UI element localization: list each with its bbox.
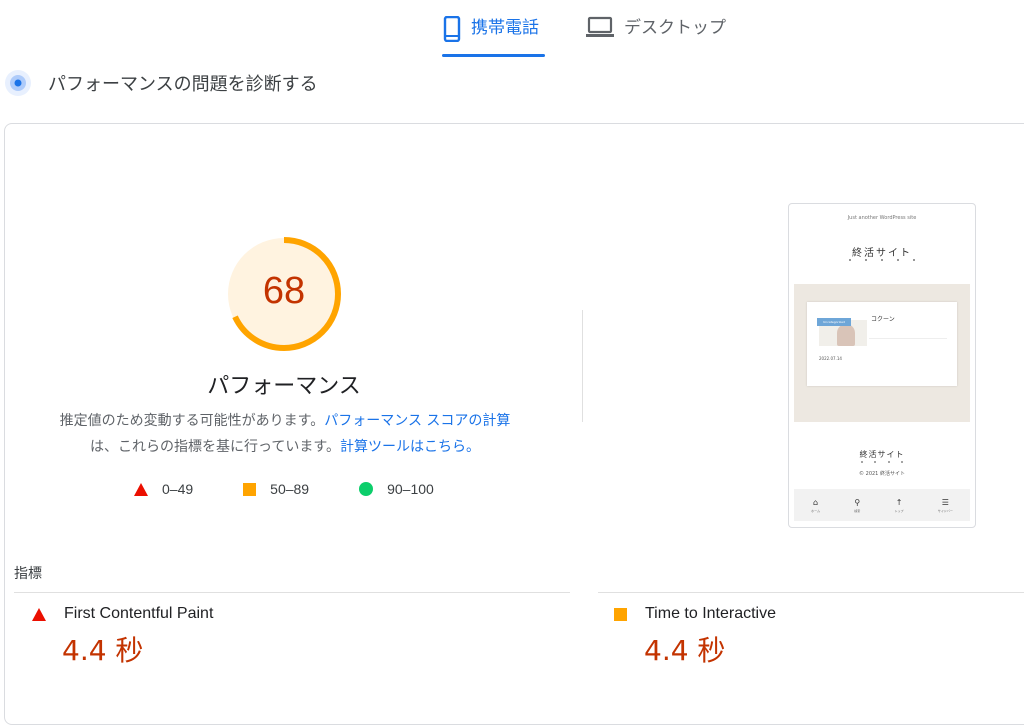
laptop-icon [586, 16, 614, 37]
screenshot-category-badge: Uncategorized [817, 318, 851, 326]
legend-pass-range: 90–100 [387, 481, 434, 497]
screenshot-nav-search: ⚲ 検索 [854, 497, 861, 513]
screenshot-nav-top: ↑ トップ [894, 497, 904, 513]
legend-average: 50–89 [243, 481, 309, 497]
screenshot-post-date: 2022.07.14 [819, 356, 842, 361]
average-square-icon [614, 607, 627, 621]
home-icon: ⌂ [813, 497, 819, 507]
screenshot-footer-title: 終活サイト [859, 450, 905, 459]
screenshot-dots [849, 259, 915, 261]
screenshot-tagline: Just another WordPress site [847, 215, 917, 221]
description-text-2: は、これらの指標を基に行っています。 [90, 439, 340, 455]
legend-fail-range: 0–49 [162, 481, 194, 497]
score-legend: 0–49 50–89 90–100 [134, 481, 484, 497]
smartphone-icon [443, 16, 461, 42]
orange-square-icon [243, 482, 257, 496]
metrics-heading: 指標 [14, 566, 42, 582]
diagnose-pulse-icon [5, 70, 31, 96]
green-circle-icon [359, 482, 374, 496]
final-screenshot: Just another WordPress site 終活サイト コクーン U… [788, 203, 976, 528]
metric-fcp: First Contentful Paint 4.4 秒 [32, 605, 213, 669]
legend-average-range: 50–89 [270, 481, 310, 497]
tab-desktop[interactable]: デスクトップ [586, 10, 736, 58]
diagnose-label: パフォーマンスの問題を診断する [48, 74, 318, 95]
tab-mobile-label: 携帯電話 [471, 18, 539, 38]
legend-fail: 0–49 [134, 481, 193, 497]
screenshot-person-image [837, 324, 855, 346]
screenshot-nav-sidebar: ☰ サイドバー [937, 497, 953, 513]
score-category: パフォーマンス [207, 374, 361, 399]
vertical-divider [582, 310, 583, 422]
screenshot-site-title: 終活サイト [852, 248, 912, 259]
score-description: 推定値のため変動する可能性があります。パフォーマンス スコアの計算 は、これらの… [30, 408, 540, 460]
metric-tti: Time to Interactive 4.4 秒 [614, 605, 776, 669]
diagnose-heading: パフォーマンスの問題を診断する [4, 68, 318, 98]
tab-mobile[interactable]: 携帯電話 [443, 10, 545, 58]
metrics-divider-left [14, 592, 570, 593]
screenshot-post-title: コクーン [871, 316, 895, 323]
description-text-1: 推定値のため変動する可能性があります。 [59, 413, 325, 429]
search-icon: ⚲ [854, 497, 861, 507]
score-calc-link[interactable]: パフォーマンス スコアの計算 [324, 413, 510, 429]
metric-fcp-name: First Contentful Paint [64, 605, 214, 622]
metric-fcp-value: 4.4 秒 [62, 634, 144, 667]
screenshot-bottom-nav: ⌂ ホーム ⚲ 検索 ↑ トップ ☰ サイドバー [794, 489, 970, 521]
metric-tti-name: Time to Interactive [645, 605, 777, 622]
screenshot-copyright: © 2021 終活サイト [859, 471, 905, 477]
score-value: 68 [262, 270, 306, 312]
sidebar-icon: ☰ [941, 497, 949, 507]
screenshot-footer-dots [861, 461, 903, 463]
active-tab-indicator [442, 54, 545, 57]
metrics-divider-right [598, 592, 1024, 593]
calculator-link[interactable]: 計算ツールはこちら。 [340, 439, 480, 455]
screenshot-divider [869, 338, 947, 339]
fail-triangle-icon [32, 607, 46, 621]
arrow-up-icon: ↑ [895, 497, 903, 507]
screenshot-post-card: コクーン Uncategorized 2022.07.14 [807, 302, 957, 386]
tab-desktop-label: デスクトップ [624, 18, 726, 38]
red-triangle-icon [134, 482, 148, 496]
screenshot-nav-home: ⌂ ホーム [811, 497, 821, 513]
legend-pass: 90–100 [359, 481, 434, 497]
metric-tti-value: 4.4 秒 [644, 634, 726, 667]
device-tabs: 携帯電話 デスクトップ [0, 0, 1024, 60]
